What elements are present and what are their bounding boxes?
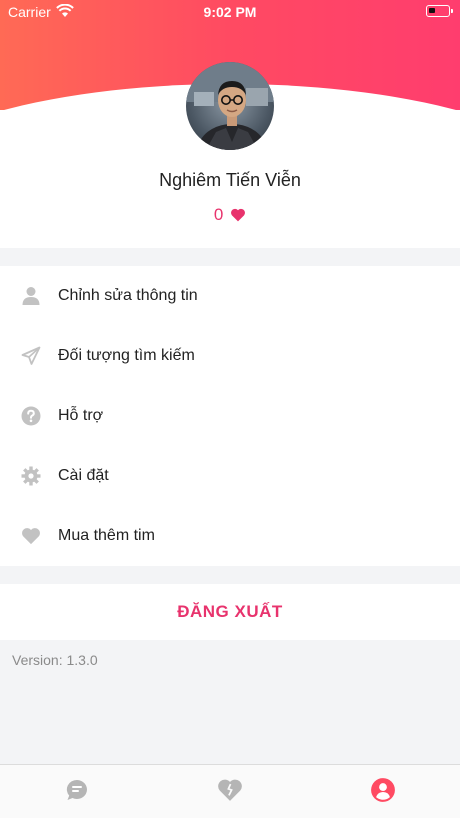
- version-label: Version: 1.3.0: [12, 652, 98, 668]
- profile-icon: [370, 777, 396, 808]
- version-area: Version: 1.3.0: [0, 640, 460, 764]
- menu-item-settings[interactable]: Cài đặt: [0, 446, 460, 506]
- menu-item-label: Hỗ trợ: [58, 407, 104, 424]
- tab-chat[interactable]: [64, 779, 90, 805]
- chat-icon: [65, 778, 89, 807]
- question-circle-icon: [20, 405, 42, 427]
- tab-bar: [0, 764, 460, 818]
- gear-icon: [20, 465, 42, 487]
- paper-plane-icon: [20, 345, 42, 367]
- likes-value: 0: [213, 205, 224, 224]
- menu-item-edit-profile[interactable]: Chỉnh sửa thông tin: [0, 266, 460, 326]
- menu-item-label: Chỉnh sửa thông tin: [58, 287, 198, 304]
- menu-item-label: Đối tượng tìm kiếm: [58, 347, 195, 364]
- profile-name: Nghiêm Tiến Viễn: [159, 170, 301, 190]
- tab-profile[interactable]: [370, 777, 396, 808]
- heart-icon: [217, 778, 243, 807]
- menu-item-search-target[interactable]: Đối tượng tìm kiếm: [0, 326, 460, 386]
- status-bar: Carrier 9:02 PM: [0, 0, 460, 24]
- battery-icon: [426, 5, 453, 17]
- logout-button[interactable]: ĐĂNG XUẤT: [0, 584, 460, 640]
- heart-icon: [230, 207, 246, 227]
- menu-item-buy-hearts[interactable]: Mua thêm tim: [0, 506, 460, 566]
- avatar[interactable]: [186, 62, 274, 150]
- likes-count: 0: [0, 205, 460, 227]
- section-divider: [0, 566, 460, 584]
- menu-item-label: Mua thêm tim: [58, 527, 155, 544]
- menu-item-label: Cài đặt: [58, 467, 109, 484]
- section-divider: [0, 248, 460, 266]
- menu-item-support[interactable]: Hỗ trợ: [0, 386, 460, 446]
- heart-icon: [20, 525, 42, 547]
- clock: 9:02 PM: [203, 4, 257, 20]
- user-icon: [20, 285, 42, 307]
- settings-menu: Chỉnh sửa thông tin Đối tượng tìm kiếm H…: [0, 266, 460, 566]
- tab-hearts[interactable]: [217, 779, 243, 805]
